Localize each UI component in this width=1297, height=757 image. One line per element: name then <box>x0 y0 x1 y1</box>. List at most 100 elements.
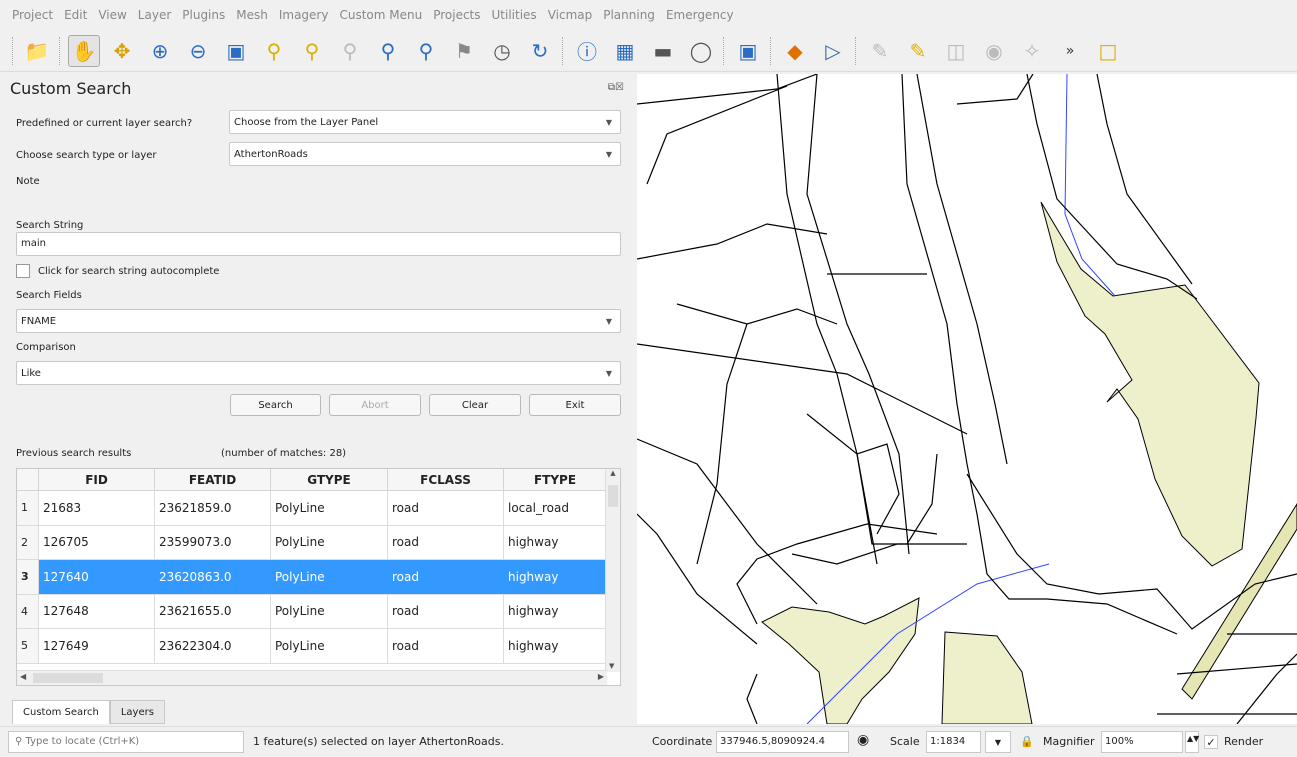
temporal-controller-icon[interactable]: ◷ <box>486 35 518 67</box>
edit-icon[interactable]: ✎ <box>902 35 934 67</box>
menu-emergency[interactable]: Emergency <box>666 8 734 22</box>
table-row[interactable]: 1 21683 23621859.0 PolyLine road local_r… <box>17 491 620 526</box>
lock-icon[interactable]: 🔒 <box>1020 735 1034 748</box>
menu-imagery[interactable]: Imagery <box>279 8 329 22</box>
search-icon: ⚲ <box>15 736 23 747</box>
render-checkbox[interactable]: ✓ <box>1204 735 1218 749</box>
magnifier-spin-icon[interactable]: ▲▼ <box>1185 731 1199 753</box>
predefined-select-value: Choose from the Layer Panel <box>234 116 379 128</box>
save-edits-icon[interactable]: ◫ <box>940 35 972 67</box>
magnifier-field[interactable]: 100% <box>1101 731 1183 753</box>
more-icon[interactable]: » <box>1054 35 1086 67</box>
zoom-to-selection-icon[interactable]: ⚲ <box>258 35 290 67</box>
table-vertical-scrollbar[interactable]: ▲ ▼ <box>605 469 620 672</box>
scale-dropdown-icon[interactable]: ▼ <box>985 731 1011 753</box>
status-message: 1 feature(s) selected on layer AthertonR… <box>253 735 504 748</box>
zoom-last-icon[interactable]: ⚲ <box>372 35 404 67</box>
clear-button[interactable]: Clear <box>429 394 521 416</box>
identify-icon[interactable]: ⓘ <box>571 35 603 67</box>
scroll-down-icon[interactable]: ▼ <box>609 662 614 670</box>
refresh-icon[interactable]: ↻ <box>524 35 556 67</box>
cell-featid: 23621859.0 <box>155 491 271 525</box>
search-type-select[interactable]: AthertonRoads ▼ <box>229 142 621 166</box>
column-header-featid[interactable]: FEATID <box>155 469 271 490</box>
comparison-select[interactable]: Like ▼ <box>16 361 621 385</box>
matches-label: (number of matches: 28) <box>221 448 347 459</box>
menu-edit[interactable]: Edit <box>64 8 87 22</box>
tab-custom-search[interactable]: Custom Search <box>12 700 110 724</box>
new-bookmark-icon[interactable]: ⚑ <box>448 35 480 67</box>
autocomplete-checkbox[interactable] <box>16 264 30 278</box>
predefined-select[interactable]: Choose from the Layer Panel ▼ <box>229 110 621 134</box>
scroll-up-icon[interactable]: ▲ <box>606 469 620 477</box>
cell-featid: 23599073.0 <box>155 525 271 559</box>
coordinate-field[interactable]: 337946.5,8090924.4 <box>716 731 849 753</box>
mouse-icon[interactable]: ◉ <box>857 732 869 748</box>
column-header-fclass[interactable]: FCLASS <box>388 469 504 490</box>
scale-field[interactable]: 1:1834 <box>926 731 981 753</box>
zoom-native-icon[interactable]: ⚲ <box>334 35 366 67</box>
search-button[interactable]: Search <box>230 394 321 416</box>
map-tips-icon[interactable]: ▣ <box>732 35 764 67</box>
menu-utilities[interactable]: Utilities <box>492 8 537 22</box>
menu-layer[interactable]: Layer <box>138 8 171 22</box>
menu-vicmap[interactable]: Vicmap <box>548 8 593 22</box>
magnifier-label: Magnifier <box>1043 735 1095 748</box>
abort-button[interactable]: Abort <box>329 394 421 416</box>
cell-fclass: road <box>388 594 504 628</box>
menu-plugins[interactable]: Plugins <box>182 8 225 22</box>
search-fields-select-value: FNAME <box>21 315 57 327</box>
scroll-left-icon[interactable]: ◀ <box>20 672 26 681</box>
row-index: 1 <box>17 491 39 525</box>
custom-search-icon[interactable]: ▷ <box>817 35 849 67</box>
menu-mesh[interactable]: Mesh <box>236 8 268 22</box>
scroll-right-icon[interactable]: ▶ <box>598 672 604 681</box>
column-header-gtype[interactable]: GTYPE <box>271 469 388 490</box>
vertex-tool-icon[interactable]: ✧ <box>1016 35 1048 67</box>
table-row[interactable]: 5 127649 23622304.0 PolyLine road highwa… <box>17 629 620 664</box>
open-project-icon[interactable]: 📁 <box>21 35 53 67</box>
search-string-input[interactable]: main <box>16 232 621 256</box>
menu-project[interactable]: Project <box>12 8 53 22</box>
menu-view[interactable]: View <box>98 8 126 22</box>
comparison-label: Comparison <box>16 342 76 353</box>
results-table: FID FEATID GTYPE FCLASS FTYPE 1 21683 23… <box>16 468 621 686</box>
search-fields-select[interactable]: FNAME ▼ <box>16 309 621 333</box>
zoom-in-icon[interactable]: ⊕ <box>144 35 176 67</box>
chevron-down-icon: ▼ <box>605 317 612 326</box>
map-canvas[interactable] <box>637 74 1297 724</box>
attribute-table-icon[interactable]: ▦ <box>609 35 641 67</box>
scroll-thumb[interactable] <box>608 485 618 507</box>
exit-button[interactable]: Exit <box>529 394 621 416</box>
column-header-ftype[interactable]: FTYPE <box>504 469 607 490</box>
digitize-icon[interactable]: ✎ <box>864 35 896 67</box>
tab-layers[interactable]: Layers <box>109 700 165 724</box>
select-features-icon[interactable]: □ <box>1092 35 1124 67</box>
table-row[interactable]: 4 127648 23621655.0 PolyLine road highwa… <box>17 594 620 629</box>
scroll-thumb[interactable] <box>33 673 103 683</box>
add-layer-icon[interactable]: ◆ <box>779 35 811 67</box>
panel-float-close-icon[interactable]: ⧉☒ <box>608 82 624 93</box>
pan-icon[interactable]: ✋ <box>68 34 100 67</box>
zoom-to-layer-icon[interactable]: ⚲ <box>296 35 328 67</box>
table-horizontal-scrollbar[interactable]: ◀ ▶ <box>17 670 607 685</box>
map-drawing <box>637 74 1297 724</box>
measure-icon[interactable]: ▬ <box>647 35 679 67</box>
zoom-out-icon[interactable]: ⊖ <box>182 35 214 67</box>
add-feature-icon[interactable]: ◉ <box>978 35 1010 67</box>
pan-to-selection-icon[interactable]: ✥ <box>106 35 138 67</box>
menu-planning[interactable]: Planning <box>603 8 655 22</box>
column-header-fid[interactable]: FID <box>39 469 155 490</box>
menu-custom-menu[interactable]: Custom Menu <box>339 8 422 22</box>
table-row[interactable]: 2 126705 23599073.0 PolyLine road highwa… <box>17 525 620 560</box>
annotation-icon[interactable]: ◯ <box>685 35 717 67</box>
status-bar: ⚲ Type to locate (Ctrl+K) 1 feature(s) s… <box>0 726 1297 757</box>
zoom-next-icon[interactable]: ⚲ <box>410 35 442 67</box>
cell-fclass: road <box>388 629 504 663</box>
cell-ftype: local_road <box>504 491 607 525</box>
table-row-selected[interactable]: 3 127640 23620863.0 PolyLine road highwa… <box>17 560 620 595</box>
locator-input[interactable]: ⚲ Type to locate (Ctrl+K) <box>8 731 244 753</box>
zoom-full-icon[interactable]: ▣ <box>220 35 252 67</box>
search-fields-label: Search Fields <box>16 290 82 301</box>
menu-projects[interactable]: Projects <box>433 8 480 22</box>
